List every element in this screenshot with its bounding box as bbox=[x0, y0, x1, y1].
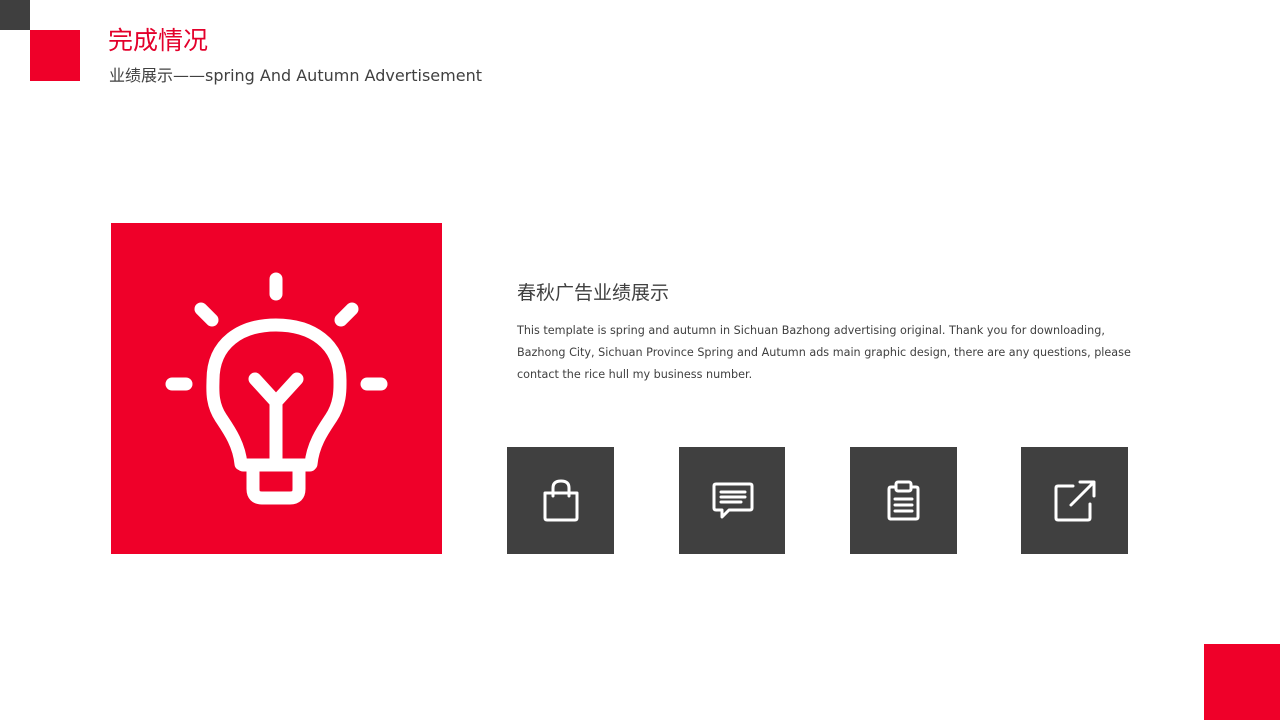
corner-decoration-gray bbox=[0, 0, 30, 30]
external-link-icon bbox=[1054, 480, 1096, 522]
page-title: 完成情况 bbox=[108, 26, 209, 55]
tile-chat-message[interactable] bbox=[679, 447, 785, 554]
shopping-bag-icon bbox=[543, 479, 579, 522]
hero-panel bbox=[111, 223, 442, 554]
section-heading: 春秋广告业绩展示 bbox=[517, 282, 670, 304]
tile-clipboard[interactable] bbox=[850, 447, 957, 554]
page-subtitle: 业绩展示——spring And Autumn Advertisement bbox=[109, 66, 482, 85]
section-body-text: This template is spring and autumn in Si… bbox=[517, 324, 1131, 381]
corner-decoration-red-top bbox=[30, 30, 80, 81]
clipboard-icon bbox=[887, 480, 920, 521]
chat-message-icon bbox=[712, 482, 754, 519]
tile-shopping-bag[interactable] bbox=[507, 447, 614, 554]
lightbulb-icon bbox=[165, 272, 388, 505]
tile-external-link[interactable] bbox=[1021, 447, 1128, 554]
corner-decoration-red-bottom bbox=[1204, 644, 1280, 720]
